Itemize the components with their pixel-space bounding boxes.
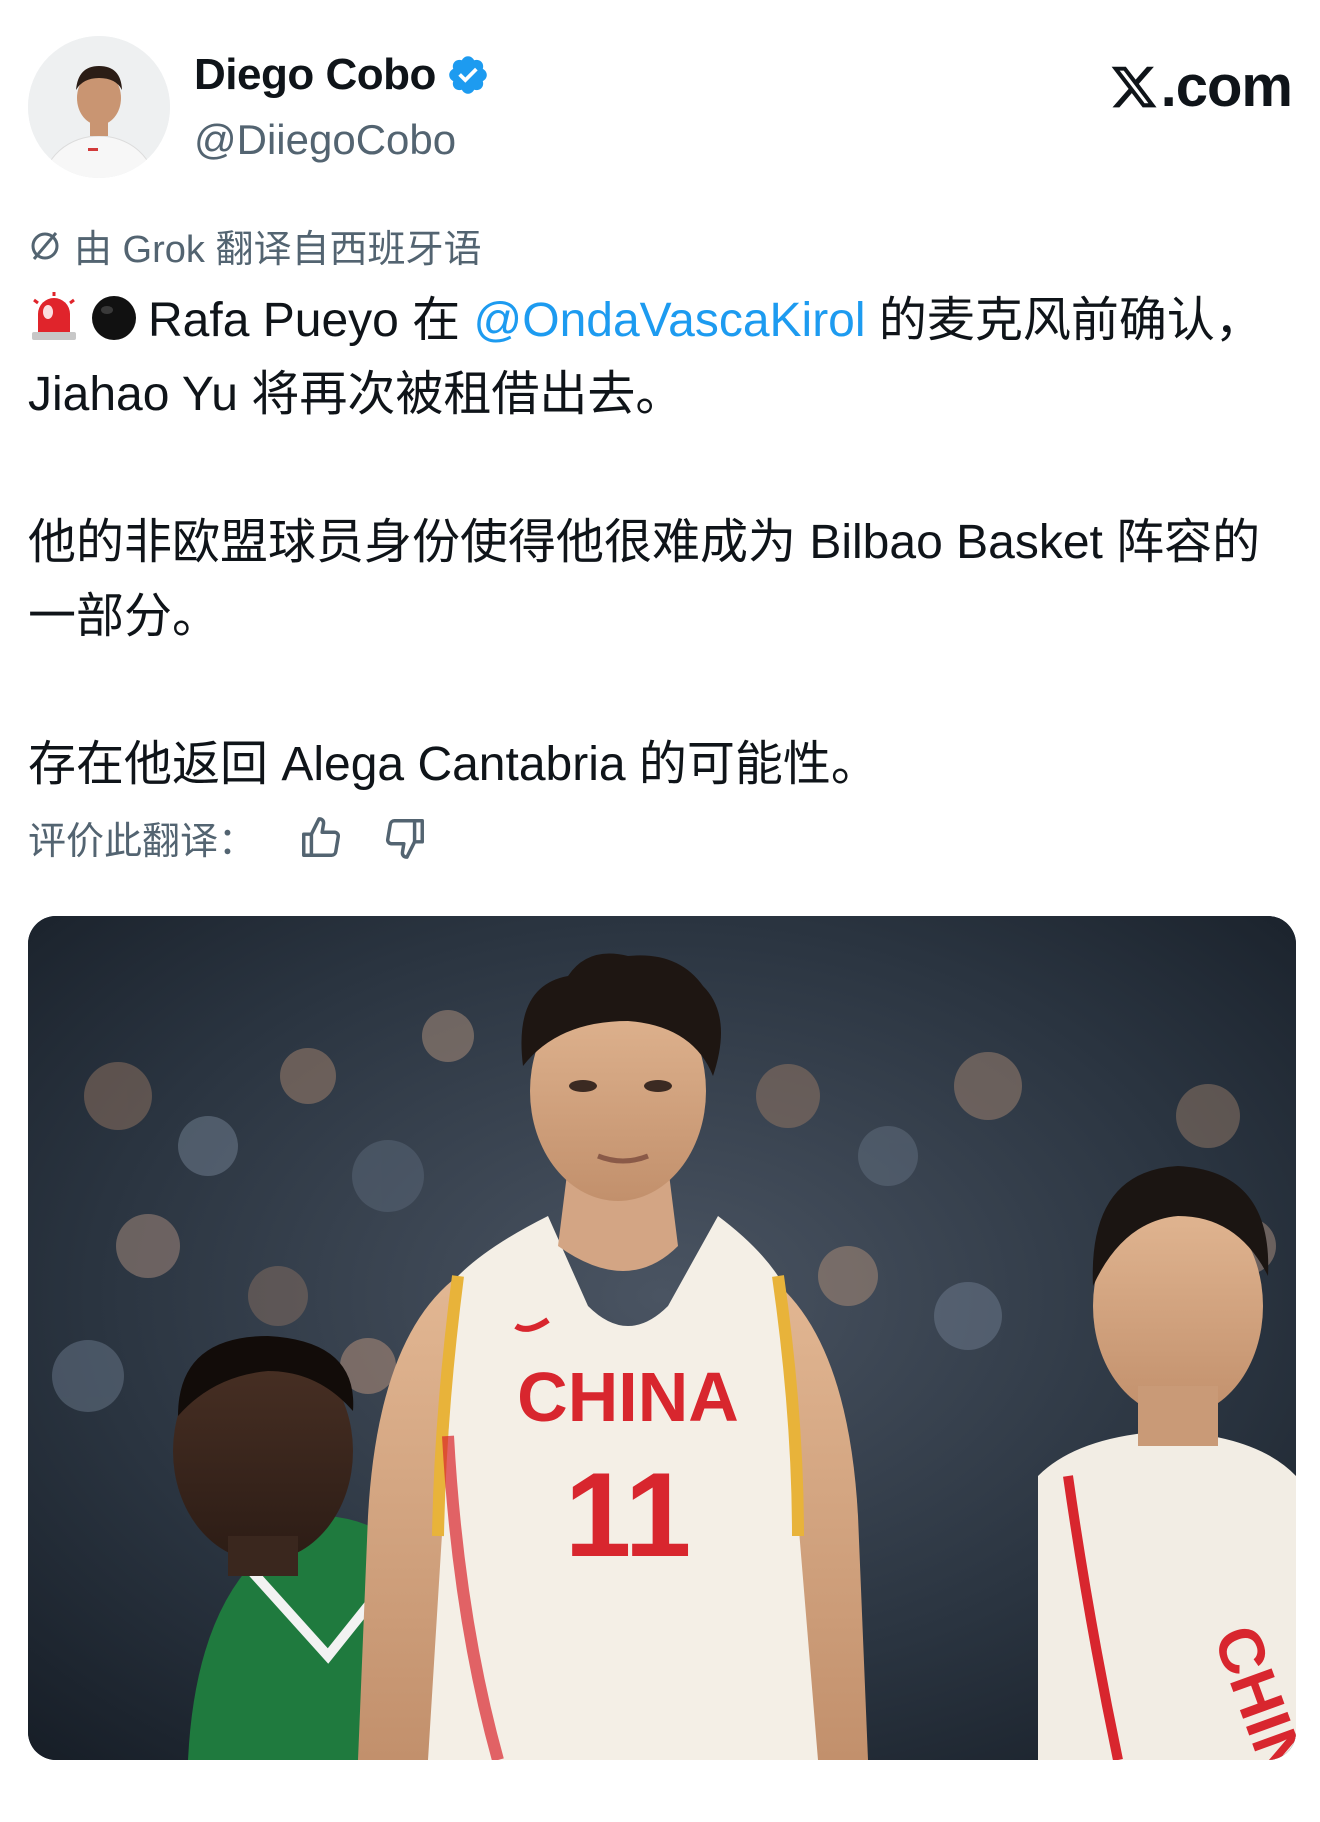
verified-badge-icon — [446, 53, 490, 97]
translate-icon — [28, 229, 62, 263]
thumbs-down-icon[interactable] — [382, 815, 428, 861]
rate-translation-label: 评价此翻译： — [28, 821, 257, 863]
tweet-paragraph-3: 存在他返回 Alega Cantabria 的可能性。 — [28, 738, 879, 791]
jersey-team-text: CHINA — [517, 1358, 739, 1436]
siren-icon — [28, 290, 80, 342]
translation-note-text: 由 Grok 翻译自西班牙语 — [74, 229, 482, 271]
x-logo-icon — [1109, 52, 1159, 120]
tweet-paragraph-2: 他的非欧盟球员身份使得他很难成为 Bilbao Basket 阵容的一部分。 — [28, 516, 1261, 643]
tweet-text: Rafa Pueyo 在 @OndaVascaKirol 的麦克风前确认，Jia… — [28, 284, 1298, 802]
basketball-photo: CHINA CHINA 11 — [28, 916, 1296, 1760]
thumbs-up-icon[interactable] — [298, 815, 344, 861]
tweet-header: Diego Cobo @DiiegoCobo .com — [28, 36, 1293, 182]
tweet-photo[interactable]: CHINA CHINA 11 — [28, 916, 1296, 1760]
author-name-row: Diego Cobo — [194, 50, 490, 100]
tweet-paragraph-1: Rafa Pueyo 在 @OndaVascaKirol 的麦克风前确认，Jia… — [28, 284, 1298, 432]
author-handle[interactable]: @DiiegoCobo — [194, 116, 456, 164]
jersey-number: 11 — [565, 1448, 692, 1582]
translation-note: 由 Grok 翻译自西班牙语 — [28, 218, 481, 273]
avatar[interactable] — [28, 36, 170, 178]
black-circle-icon — [88, 290, 140, 342]
brand-domain: .com — [1160, 53, 1293, 119]
tweet-line1-text: Rafa Pueyo 在 — [148, 294, 474, 347]
author-display-name[interactable]: Diego Cobo — [194, 50, 436, 100]
rate-translation-row: 评价此翻译： — [28, 810, 466, 865]
x-brand: .com — [1109, 52, 1293, 120]
mention-link[interactable]: @OndaVascaKirol — [474, 294, 866, 347]
